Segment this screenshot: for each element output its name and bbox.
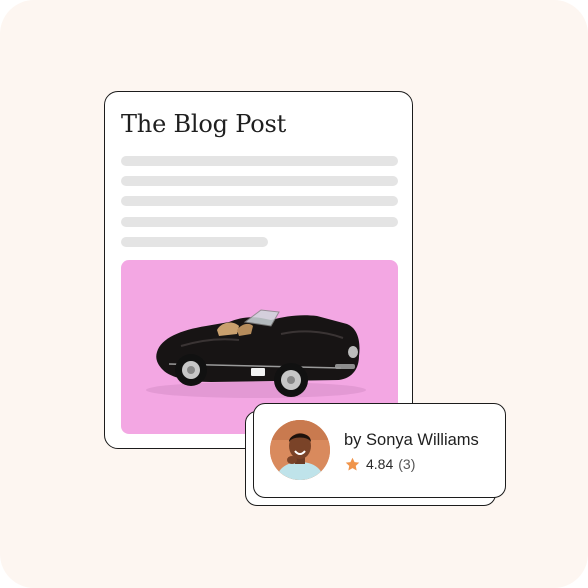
skeleton-text-line: [121, 156, 398, 166]
blog-post-card[interactable]: The Blog Post: [104, 91, 413, 449]
review-count: (3): [398, 456, 416, 472]
author-byline: by Sonya Williams: [344, 431, 479, 449]
skeleton-text-line: [121, 217, 398, 227]
rating-value: 4.84: [366, 456, 394, 472]
skeleton-text-line: [121, 196, 398, 206]
avatar-icon: [270, 420, 330, 480]
avatar[interactable]: [270, 420, 330, 480]
page-canvas: The Blog Post by Sonya Williams 4.84 (3): [0, 0, 588, 588]
star-icon: [345, 457, 360, 471]
author-rating: 4.84 (3): [344, 455, 415, 473]
skeleton-text-line: [121, 176, 398, 186]
author-card[interactable]: by Sonya Williams 4.84 (3): [253, 403, 506, 498]
skeleton-text-line: [121, 237, 268, 247]
blog-post-title: The Blog Post: [121, 110, 287, 138]
